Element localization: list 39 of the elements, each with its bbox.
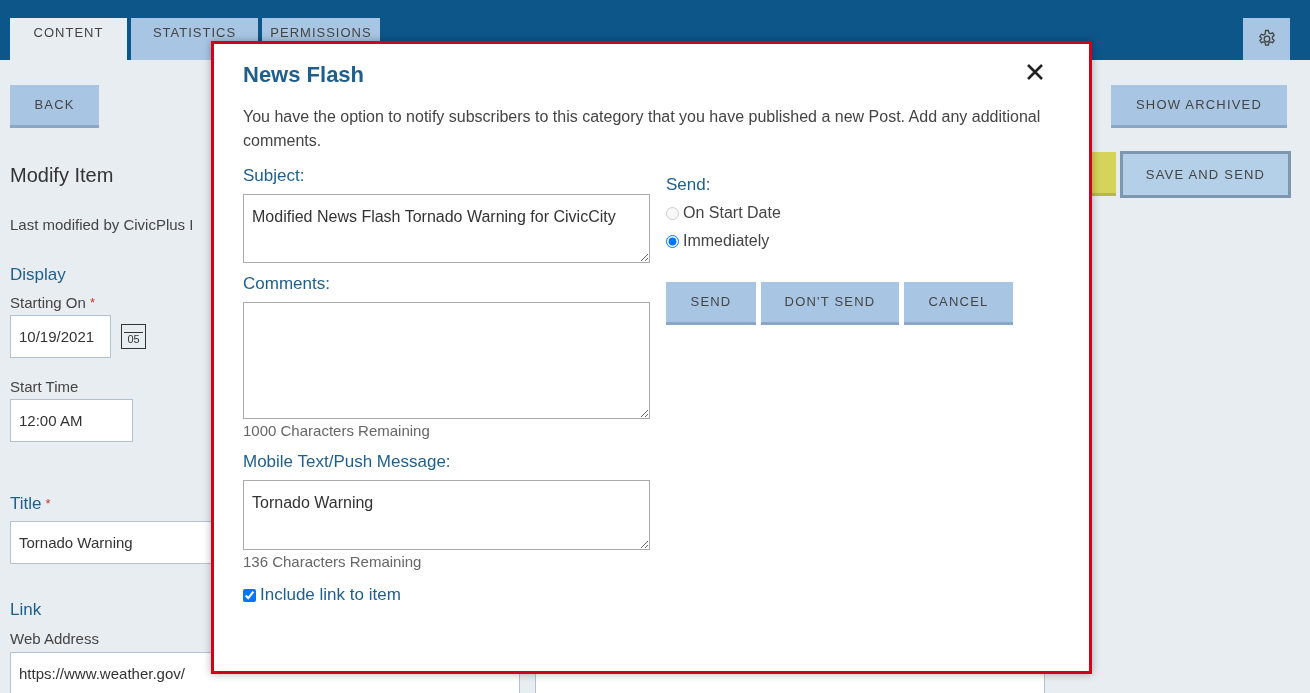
checkbox-label[interactable]: Include link to item (260, 585, 401, 605)
dialog-button[interactable]: CANCEL (904, 282, 1013, 325)
dialog-button[interactable]: SEND (666, 282, 756, 325)
character-counter: 1000 Characters Remaining (243, 422, 431, 440)
settings-icon (1256, 29, 1277, 49)
save-and-send-button[interactable]: SAVE AND SEND (1120, 151, 1291, 198)
dialog-title: News Flash (243, 61, 365, 89)
show-archived-button[interactable]: SHOW ARCHIVED (1111, 85, 1287, 128)
field-label: Mobile Text/Push Message: (243, 452, 452, 472)
text-area[interactable]: Tornado Warning (243, 480, 650, 550)
field-label: Start Time (10, 378, 79, 396)
character-counter: 136 Characters Remaining (243, 553, 423, 571)
checkbox[interactable] (243, 588, 256, 602)
close-button[interactable] (1026, 63, 1044, 81)
required-asterisk: * (89, 294, 95, 312)
page-heading: Modify Item (10, 163, 114, 187)
radio-label[interactable]: Immediately (683, 227, 770, 255)
field-label: Title (10, 494, 42, 514)
text-area[interactable]: Modified News Flash Tornado Warning for CivicCity (243, 194, 650, 263)
field-label: Subject: (243, 166, 306, 186)
field-label: Starting On (10, 294, 86, 312)
tab[interactable]: CONTENT (10, 18, 127, 60)
text-field[interactable]: 12:00 AM (10, 399, 133, 442)
dialog-description: You have the option to notify subscribers to this category that you have published a new Post. Add any additional comments. (243, 107, 1042, 151)
text-field[interactable]: 10/19/2021 (10, 315, 111, 358)
field-label: Web Address (10, 630, 99, 648)
section-heading: Link (10, 600, 42, 620)
field-label: Comments: (243, 274, 331, 294)
text-area[interactable] (243, 302, 650, 419)
section-heading: Display (10, 265, 66, 285)
modified-text: Last modified by CivicPlus I (10, 216, 194, 234)
required-asterisk: * (45, 495, 51, 513)
field-label: Send: (666, 175, 712, 195)
calendar-icon[interactable]: 05 (121, 324, 146, 349)
close-icon (1026, 63, 1044, 81)
settings-button[interactable] (1243, 18, 1290, 60)
radio-button[interactable] (666, 234, 679, 248)
dialog-button[interactable]: DON'T SEND (761, 282, 899, 325)
back-button[interactable]: BACK (10, 85, 99, 128)
